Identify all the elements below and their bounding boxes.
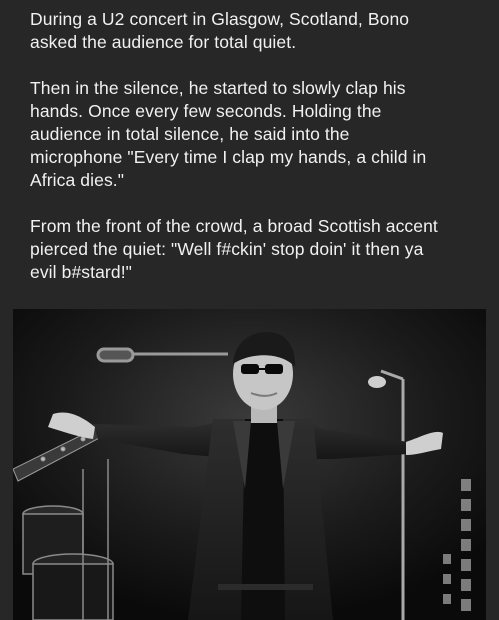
meme-post: During a U2 concert in Glasgow, Scotland… <box>0 0 499 620</box>
singer-on-stage-illustration <box>13 309 486 620</box>
concert-photo <box>13 309 486 620</box>
paragraph-clapping: Then in the silence, he started to slowl… <box>30 78 427 190</box>
paragraph-punchline: From the front of the crowd, a broad Sco… <box>30 216 438 282</box>
post-text: During a U2 concert in Glasgow, Scotland… <box>30 8 480 307</box>
paragraph-intro: During a U2 concert in Glasgow, Scotland… <box>30 9 410 52</box>
